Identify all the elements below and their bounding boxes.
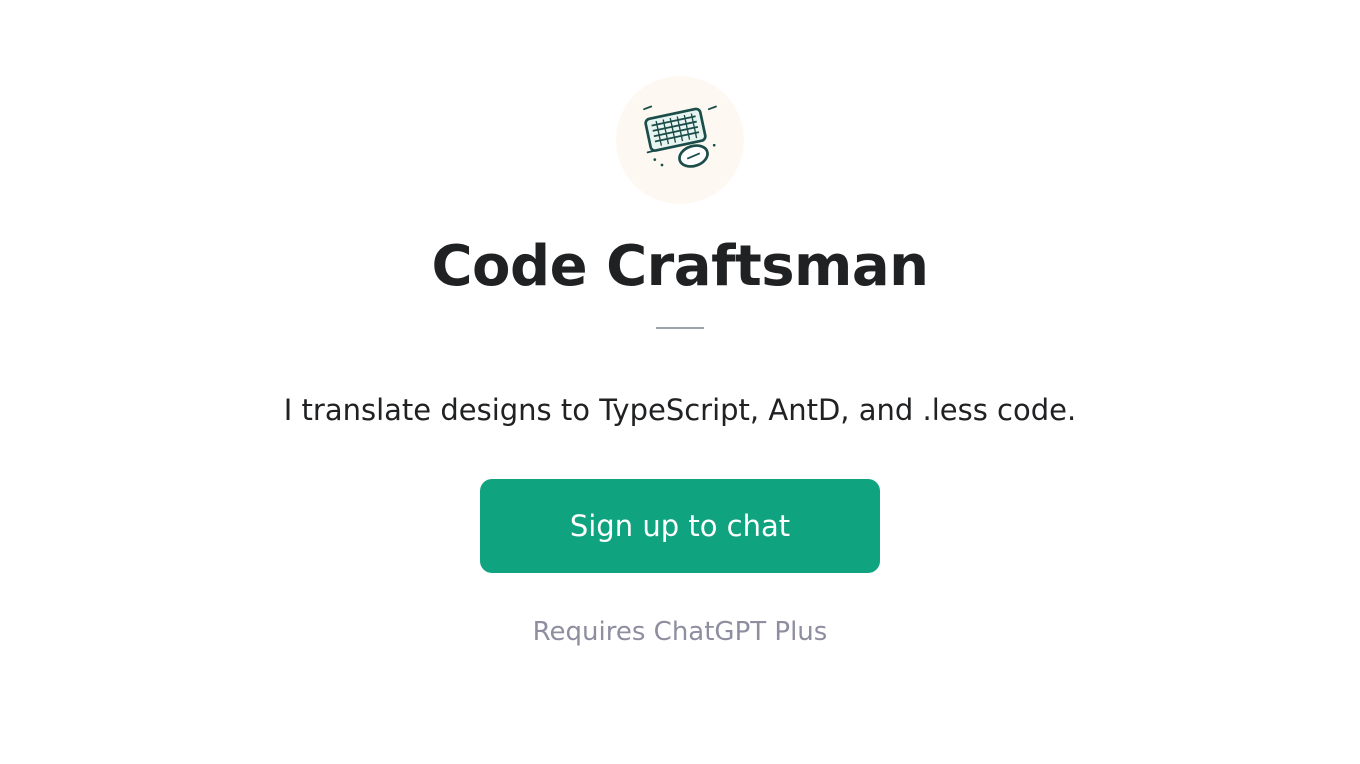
divider bbox=[656, 327, 704, 329]
requires-text: Requires ChatGPT Plus bbox=[533, 617, 828, 647]
page-title: Code Craftsman bbox=[431, 234, 928, 299]
signup-button[interactable]: Sign up to chat bbox=[480, 479, 880, 573]
main-container: Code Craftsman I translate designs to Ty… bbox=[284, 76, 1076, 647]
keyboard-mouse-icon bbox=[635, 93, 725, 187]
description-text: I translate designs to TypeScript, AntD,… bbox=[284, 393, 1076, 427]
logo-circle bbox=[616, 76, 744, 204]
